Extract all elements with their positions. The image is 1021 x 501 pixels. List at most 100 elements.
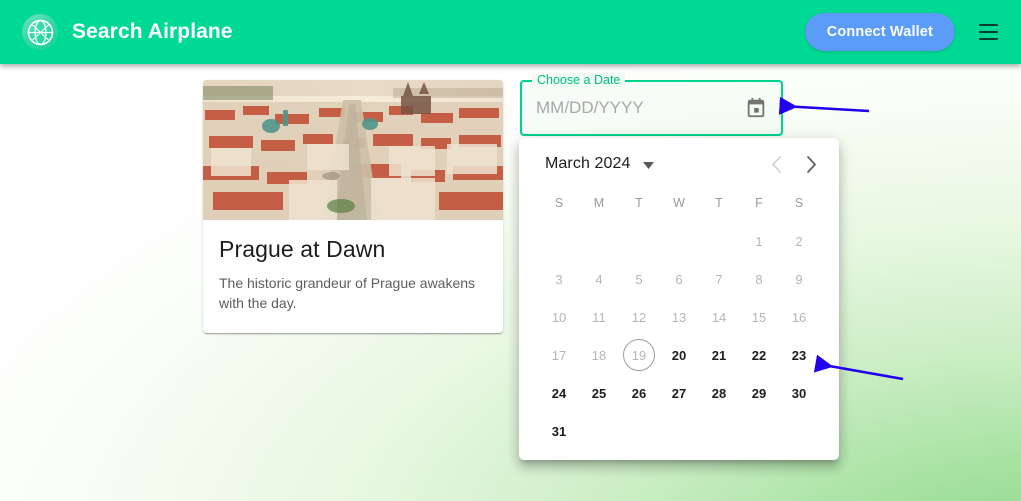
chevron-down-icon	[642, 157, 654, 172]
calendar-day-11: 11	[579, 298, 619, 336]
calendar-day-31[interactable]: 31	[539, 412, 579, 450]
calendar-day-label: 7	[715, 271, 723, 287]
calendar-day-label: 24	[551, 385, 567, 401]
brand: Search Airplane	[22, 14, 233, 50]
header-actions: Connect Wallet	[804, 13, 1003, 51]
calendar-day-5: 5	[619, 260, 659, 298]
calendar-day-label: 26	[631, 385, 647, 401]
calendar-day-13: 13	[659, 298, 699, 336]
calendar-day-19: 19	[619, 336, 659, 374]
calendar-day-label: 29	[751, 385, 767, 401]
choose-date-label: Choose a Date	[532, 73, 626, 87]
app-header: Search Airplane Connect Wallet	[0, 0, 1021, 64]
card-description: The historic grandeur of Prague awakens …	[219, 275, 476, 311]
calendar-day-18: 18	[579, 336, 619, 374]
calendar-day-label: 2	[795, 233, 803, 249]
calendar-header: March 2024	[519, 138, 839, 190]
calendar-week-row: 3 4 5 6 7 8 9	[519, 260, 839, 298]
calendar-day-label: 15	[751, 309, 767, 325]
calendar-icon[interactable]	[741, 93, 771, 123]
calendar-day-label: 18	[591, 347, 607, 363]
destination-card[interactable]: Prague at Dawn The historic grandeur of …	[203, 80, 503, 333]
menu-bar-3	[978, 38, 998, 40]
calendar-week-row: 17 18 19 20 21 22 23	[519, 336, 839, 374]
calendar-week-row: 12	[519, 222, 839, 260]
calendar-day-label: 4	[595, 271, 603, 287]
calendar-day-label: 9	[795, 271, 803, 287]
calendar-day-8: 8	[739, 260, 779, 298]
calendar-day-label: 22	[751, 347, 767, 363]
calendar-day-20[interactable]: 20	[659, 336, 699, 374]
calendar-day-label: 8	[755, 271, 763, 287]
calendar-day-24[interactable]: 24	[539, 374, 579, 412]
calendar-day-28[interactable]: 28	[699, 374, 739, 412]
month-year-selector[interactable]: March 2024	[543, 153, 656, 175]
calendar-day-label: 1	[755, 233, 763, 249]
calendar-navigation	[767, 152, 827, 177]
card-body: Prague at Dawn The historic grandeur of …	[203, 220, 503, 333]
calendar-day-label: 12	[631, 309, 647, 325]
weekday-label: S	[794, 196, 804, 210]
calendar-day-label: 27	[671, 385, 687, 401]
calendar-day-30[interactable]: 30	[779, 374, 819, 412]
calendar-day-22[interactable]: 22	[739, 336, 779, 374]
calendar-day-label: 14	[711, 309, 727, 325]
calendar-day-2: 2	[779, 222, 819, 260]
calendar-day-grid: 1 2 3 4 5 6 7 8 9 10 11 12 13 14 15 16 17 18 19 20 21 22 23 24 2…	[519, 222, 839, 450]
calendar-day-27[interactable]: 27	[659, 374, 699, 412]
calendar-day-label: 25	[591, 385, 607, 401]
calendar-day-21[interactable]: 21	[699, 336, 739, 374]
calendar-day-label: 17	[551, 347, 567, 363]
calendar-day-9: 9	[779, 260, 819, 298]
weekday-label: T	[635, 196, 643, 210]
calendar-day-23[interactable]: 23	[779, 336, 819, 374]
calendar-day-1: 1	[739, 222, 779, 260]
calendar-day-25[interactable]: 25	[579, 374, 619, 412]
weekday-label: M	[593, 196, 605, 210]
calendar-day-label: 28	[711, 385, 727, 401]
calendar-day-12: 12	[619, 298, 659, 336]
calendar-day-6: 6	[659, 260, 699, 298]
calendar-day-label: 13	[671, 309, 687, 325]
calendar-day-label: 3	[555, 271, 563, 287]
calendar-day-7: 7	[699, 260, 739, 298]
date-picker-popup: March 2024 S M T W T F S 1 2 3 4 5 6 7 8 9 10 11 12…	[519, 138, 839, 460]
connect-wallet-button[interactable]: Connect Wallet	[804, 13, 955, 51]
calendar-day-10: 10	[539, 298, 579, 336]
calendar-day-label: 23	[791, 347, 807, 363]
app-title: Search Airplane	[72, 20, 233, 43]
calendar-day-15: 15	[739, 298, 779, 336]
weekday-label: T	[715, 196, 723, 210]
prev-month-button[interactable]	[767, 152, 786, 177]
calendar-day-label: 5	[635, 271, 643, 287]
calendar-day-label: 31	[551, 423, 567, 439]
calendar-weekday-row: S M T W T F S	[519, 192, 839, 214]
calendar-day-label: 21	[711, 347, 727, 363]
calendar-day-label: 11	[592, 309, 606, 325]
calendar-week-row: 24 25 26 27 28 29 30	[519, 374, 839, 412]
date-input[interactable]	[522, 82, 741, 134]
calendar-day-14: 14	[699, 298, 739, 336]
calendar-day-16: 16	[779, 298, 819, 336]
calendar-day-17: 17	[539, 336, 579, 374]
calendar-day-label: 6	[675, 271, 683, 287]
calendar-day-label: 16	[791, 309, 807, 325]
weekday-label: W	[673, 196, 685, 210]
weekday-label: F	[755, 196, 763, 210]
calendar-day-26[interactable]: 26	[619, 374, 659, 412]
calendar-day-3: 3	[539, 260, 579, 298]
calendar-week-row: 10 11 12 13 14 15 16	[519, 298, 839, 336]
menu-bar-1	[978, 24, 998, 26]
next-month-button[interactable]	[802, 152, 821, 177]
calendar-month-label: March 2024	[545, 155, 631, 172]
calendar-day-label: 20	[671, 347, 687, 363]
choose-date-field[interactable]: Choose a Date	[520, 73, 783, 136]
calendar-day-29[interactable]: 29	[739, 374, 779, 412]
page-background	[0, 64, 1021, 501]
hamburger-menu-icon[interactable]	[973, 17, 1003, 47]
card-title: Prague at Dawn	[219, 236, 386, 262]
calendar-day-label: 19	[623, 339, 655, 371]
calendar-week-row: 31	[519, 412, 839, 450]
prague-photo	[203, 80, 503, 220]
globe-network-icon	[22, 14, 58, 50]
